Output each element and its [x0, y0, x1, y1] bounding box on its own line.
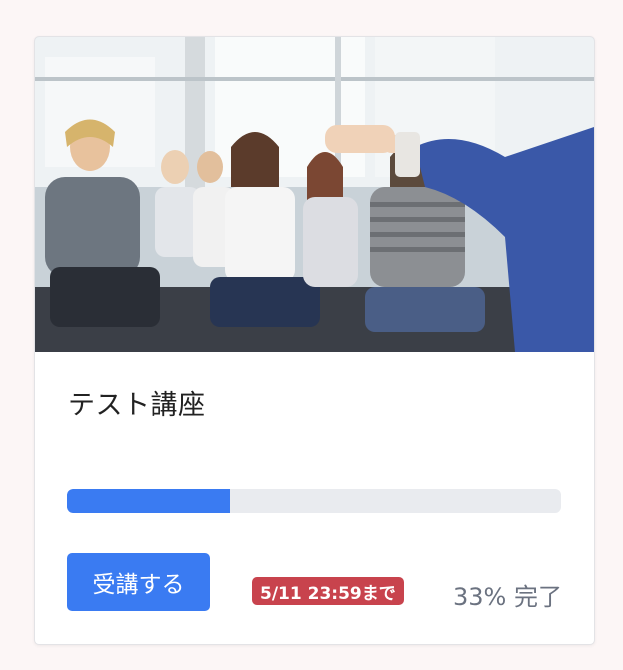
course-card[interactable]: テスト講座 受講する 5/11 23:59まで 33% 完了	[34, 36, 595, 645]
course-title: テスト講座	[68, 390, 206, 421]
progress-bar-fill	[67, 489, 231, 513]
progress-percent-label: 33% 完了	[453, 583, 562, 611]
progress-bar	[67, 489, 561, 513]
course-thumbnail	[35, 37, 594, 352]
enroll-button[interactable]: 受講する	[67, 553, 210, 611]
deadline-badge: 5/11 23:59まで	[252, 577, 404, 605]
